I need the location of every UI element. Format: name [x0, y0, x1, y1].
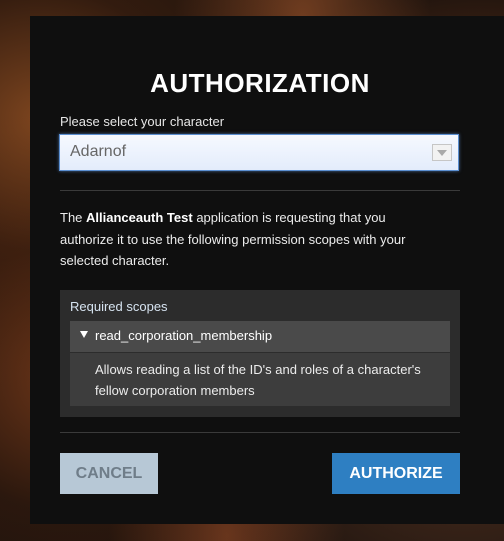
scope-toggle-read-corporation-membership[interactable]: read_corporation_membership: [70, 321, 450, 352]
page-title: AUTHORIZATION: [150, 68, 370, 98]
description-prefix: The: [60, 210, 87, 225]
character-select-label: Please select your character: [60, 114, 225, 129]
permission-description: The Allianceauth Test application is req…: [60, 207, 440, 272]
triangle-down-icon: [80, 331, 88, 338]
cancel-button[interactable]: CANCEL: [60, 453, 158, 494]
character-select[interactable]: Adarnof: [59, 134, 459, 171]
required-scopes-header: Required scopes: [70, 299, 168, 314]
application-name: Allianceauth Test: [86, 210, 193, 225]
divider: [60, 432, 460, 433]
scope-description: Allows reading a list of the ID's and ro…: [70, 353, 450, 406]
chevron-down-icon[interactable]: [432, 144, 452, 161]
divider: [60, 190, 460, 191]
character-select-value: Adarnof: [70, 143, 127, 160]
authorization-panel: AUTHORIZATION Please select your charact…: [30, 16, 504, 524]
authorize-button[interactable]: AUTHORIZE: [332, 453, 460, 494]
scope-description-text: Allows reading a list of the ID's and ro…: [95, 362, 421, 398]
scope-name: read_corporation_membership: [95, 328, 273, 343]
required-scopes-box: Required scopes read_corporation_members…: [60, 290, 460, 417]
